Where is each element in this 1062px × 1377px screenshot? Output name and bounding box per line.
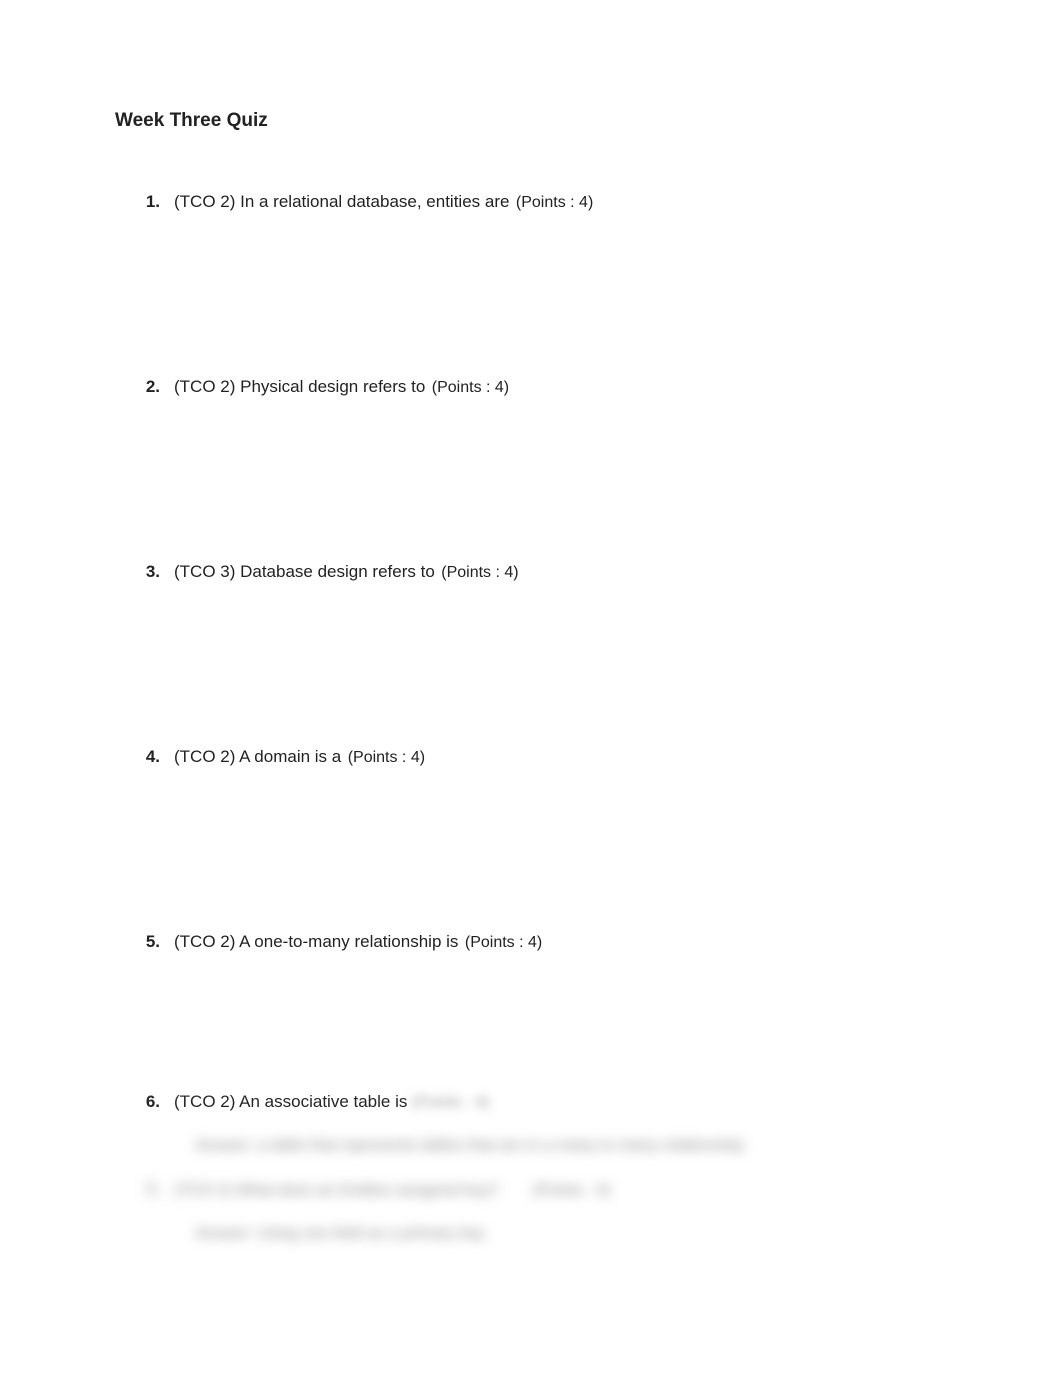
question-2: 2. (TCO 2) Physical design refers to (Po…: [140, 377, 947, 397]
question-number: 5.: [140, 932, 160, 952]
question-1: 1. (TCO 2) In a relational database, ent…: [140, 192, 947, 212]
blurred-answer-6: Answer: a table that represents tables t…: [195, 1137, 947, 1155]
question-7-blurred: 7. (TCO 2) What does an Entities assigne…: [140, 1180, 947, 1200]
question-text: (TCO 2) An associative table is: [174, 1092, 407, 1111]
question-5: 5. (TCO 2) A one-to-many relationship is…: [140, 932, 947, 952]
blurred-answer-7: Answer: Using one field as a primary key: [195, 1225, 947, 1243]
question-number: 1.: [140, 192, 160, 212]
question-text: (TCO 2) A one-to-many relationship is: [174, 932, 458, 951]
question-text: (TCO 3) Database design refers to: [174, 562, 435, 581]
question-number: 3.: [140, 562, 160, 582]
question-points: (Points : 4): [348, 749, 425, 766]
question-text: (TCO 2) A domain is a: [174, 747, 341, 766]
question-3: 3. (TCO 3) Database design refers to (Po…: [140, 562, 947, 582]
question-points: (Points : 4): [516, 194, 593, 211]
quiz-title: Week Three Quiz: [115, 110, 947, 132]
question-points: (Points : 4): [432, 379, 509, 396]
question-text: (TCO 2) Physical design refers to: [174, 377, 425, 396]
question-number-blurred: 7.: [140, 1180, 160, 1200]
question-points-blurred: (Points : 4): [412, 1094, 489, 1111]
questions-list: 1. (TCO 2) In a relational database, ent…: [115, 192, 947, 952]
question-points: (Points : 4): [465, 934, 542, 951]
question-text-blurred: (TCO 2) What does an Entities assigned k…: [174, 1182, 499, 1199]
blurred-preview: 6. (TCO 2) An associative table is (Poin…: [115, 1092, 947, 1243]
question-number: 2.: [140, 377, 160, 397]
question-points-blurred: (Points : 4): [533, 1182, 610, 1199]
question-6: 6. (TCO 2) An associative table is (Poin…: [140, 1092, 947, 1112]
question-4: 4. (TCO 2) A domain is a (Points : 4): [140, 747, 947, 767]
question-number: 6.: [140, 1092, 160, 1112]
question-points: (Points : 4): [441, 564, 518, 581]
question-text: (TCO 2) In a relational database, entiti…: [174, 192, 509, 211]
question-number: 4.: [140, 747, 160, 767]
